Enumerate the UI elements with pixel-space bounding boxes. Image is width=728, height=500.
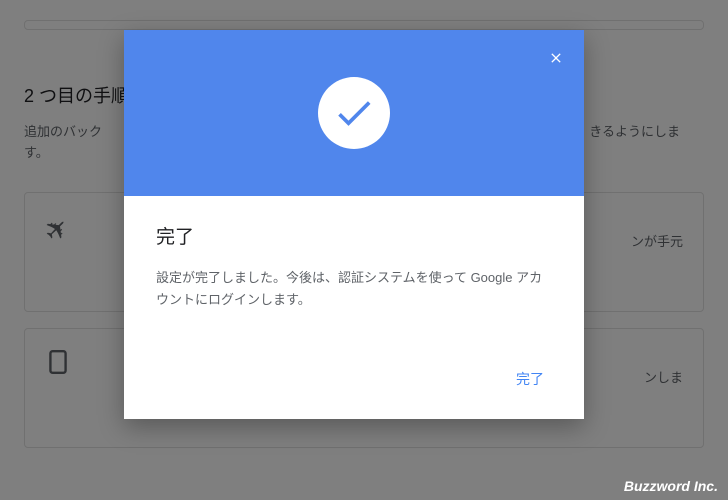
watermark: Buzzword Inc. bbox=[624, 478, 718, 494]
completion-dialog: 完了 設定が完了しました。今後は、認証システムを使って Google アカウント… bbox=[124, 30, 584, 419]
checkmark-icon bbox=[332, 91, 376, 135]
dialog-body: 完了 設定が完了しました。今後は、認証システムを使って Google アカウント… bbox=[124, 196, 584, 331]
dialog-header bbox=[124, 30, 584, 196]
dialog-title: 完了 bbox=[156, 222, 552, 249]
dialog-actions: 完了 bbox=[124, 331, 584, 419]
dialog-description: 設定が完了しました。今後は、認証システムを使って Google アカウントにログ… bbox=[156, 267, 552, 311]
close-icon bbox=[548, 50, 564, 66]
done-button[interactable]: 完了 bbox=[500, 361, 560, 397]
close-button[interactable] bbox=[546, 48, 566, 68]
success-check-circle bbox=[318, 77, 390, 149]
